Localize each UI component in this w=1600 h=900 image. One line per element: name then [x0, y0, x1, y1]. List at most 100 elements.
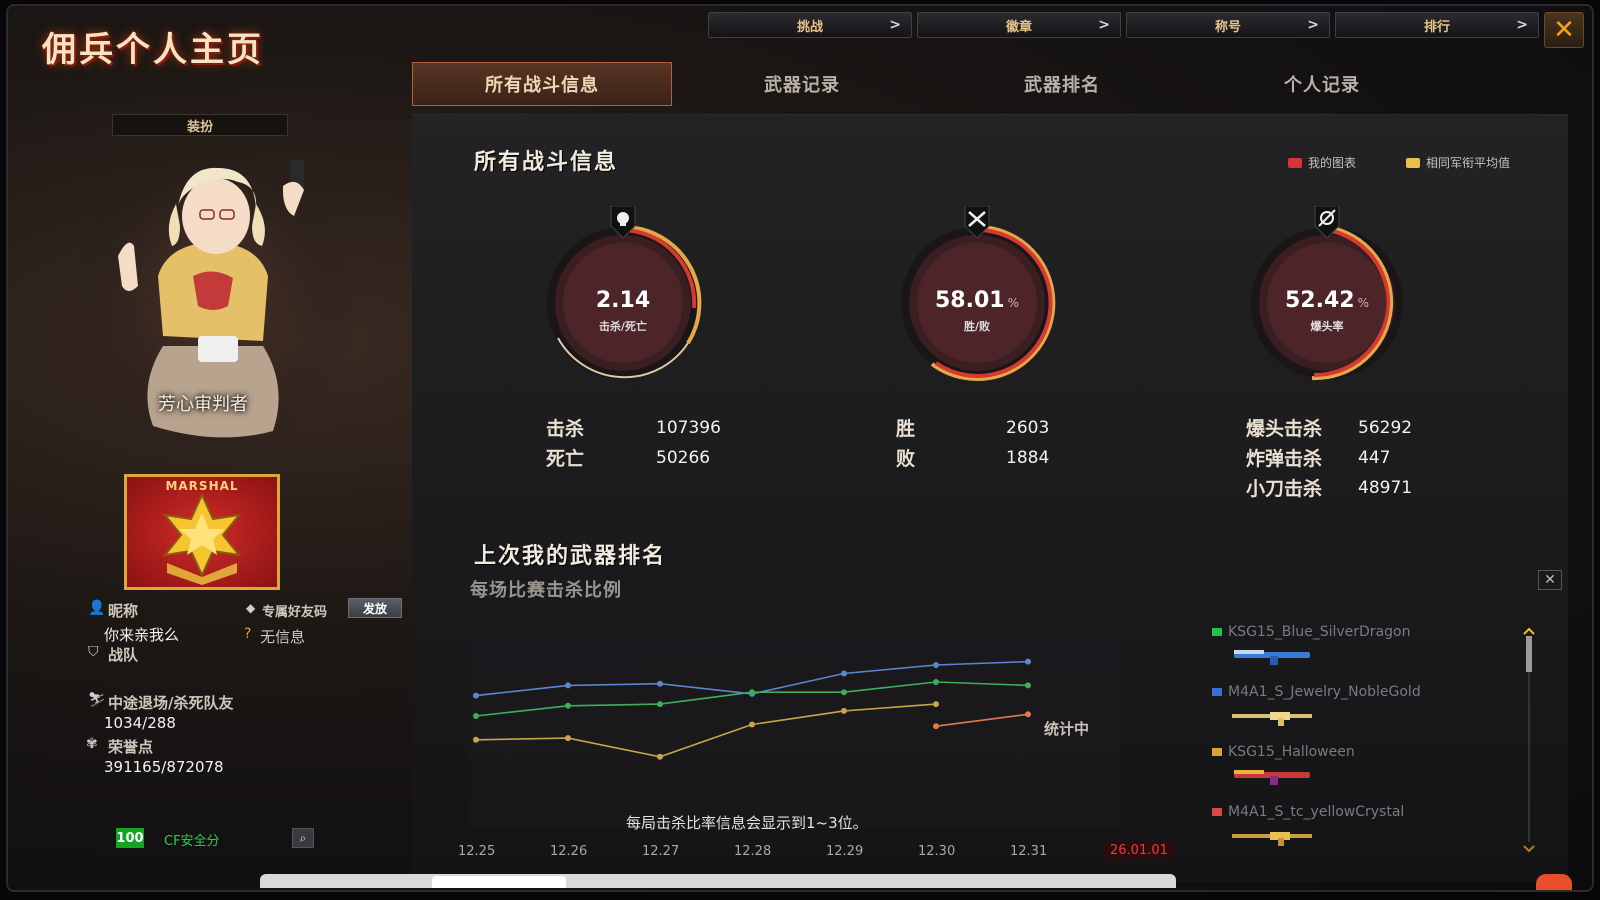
tab-bar: 所有战斗信息 武器记录 武器排名 个人记录	[412, 62, 1452, 106]
shotgun-icon	[1234, 650, 1310, 665]
bomb-kills-value: 447	[1358, 448, 1391, 468]
data-point	[565, 735, 571, 742]
shotgun-icon	[1234, 770, 1310, 785]
nickname-value: 你来亲我么	[104, 626, 180, 644]
chevron-right-icon: >	[1516, 17, 1528, 33]
x-tick-label: 12.26	[550, 844, 588, 859]
weapon-item[interactable]: M4A1_S_tc_yellowCrystal	[1212, 804, 1404, 820]
chart-background	[470, 628, 1120, 828]
weapon-color-dot	[1212, 748, 1222, 756]
outfit-button[interactable]: 装扮	[112, 114, 288, 136]
chevron-right-icon: >	[1098, 17, 1110, 33]
weapon-rank-title: 上次我的武器排名	[474, 544, 667, 569]
data-point	[933, 679, 939, 685]
top-navigation: 挑战 > 徽章 > 称号 > 排行 >	[708, 12, 1539, 38]
winrate-label: 胜/败	[963, 320, 991, 333]
laurel-icon: ✾	[86, 736, 98, 752]
x-tick-label: 12.31	[1010, 844, 1048, 859]
close-window-button[interactable]: ✕	[1544, 12, 1584, 48]
deaths-label: 死亡	[546, 448, 585, 470]
nickname-label: 昵称	[108, 602, 139, 620]
tab-weapon-records[interactable]: 武器记录	[672, 62, 932, 106]
losses-value: 1884	[1006, 448, 1050, 468]
data-point	[657, 753, 663, 760]
weapon-color-dot	[1212, 628, 1222, 636]
security-score: 100	[116, 828, 144, 848]
rank-badge: MARSHAL	[124, 474, 280, 590]
app-title: 佣兵个人主页	[42, 30, 264, 70]
close-panel-button[interactable]: ✕	[1538, 570, 1562, 590]
tab-weapon-ranking[interactable]: 武器排名	[932, 62, 1192, 106]
data-point	[1025, 682, 1031, 689]
data-point	[933, 723, 939, 730]
app-logo-icon	[1536, 874, 1572, 890]
star-emblem-icon	[162, 492, 242, 585]
knife-kills-value: 48971	[1358, 478, 1413, 498]
weapon-item[interactable]: KSG15_Halloween	[1212, 744, 1355, 760]
chart-status: 统计中	[1044, 720, 1090, 738]
nav-ranking-button[interactable]: 排行 >	[1335, 12, 1539, 38]
taskbar	[260, 874, 1176, 888]
legend-swatch-red	[1288, 157, 1302, 168]
x-tick-label: 12.29	[826, 844, 864, 859]
headshot-kills-label: 爆头击杀	[1246, 418, 1323, 440]
nav-challenge-button[interactable]: 挑战 >	[708, 12, 912, 38]
legend-my-chart: 我的图表	[1288, 154, 1356, 171]
knife-kills-label: 小刀击杀	[1246, 478, 1323, 500]
kd-label: 击杀/死亡	[598, 320, 648, 333]
x-tick-label: 12.25	[458, 844, 496, 859]
tab-personal-records[interactable]: 个人记录	[1192, 62, 1452, 106]
crosshair-icon	[1314, 206, 1340, 238]
nav-badge-button[interactable]: 徽章 >	[917, 12, 1121, 38]
data-point	[841, 670, 847, 677]
chevron-right-icon: >	[1307, 17, 1319, 33]
rifle-icon	[1232, 832, 1312, 846]
close-icon: ✕	[1553, 15, 1575, 45]
wins-label: 胜	[896, 418, 916, 440]
kd-gauge: 2.14 击杀/死亡	[538, 206, 708, 388]
kills-label: 击杀	[546, 418, 585, 440]
search-icon[interactable]: ⌕	[292, 828, 314, 848]
data-point	[657, 680, 663, 687]
data-point	[473, 713, 479, 719]
crossed-guns-icon	[964, 206, 990, 238]
rank-label: MARSHAL	[165, 479, 239, 493]
skull-icon	[610, 206, 636, 238]
legend-swatch-yellow	[1406, 157, 1420, 168]
data-point	[749, 721, 755, 728]
chevron-right-icon: >	[889, 17, 901, 33]
data-point	[933, 701, 939, 708]
team-label: 战队	[108, 646, 139, 664]
chart-note: 每局击杀比率信息会显示到1~3位。	[626, 814, 868, 832]
data-point	[565, 702, 571, 709]
weapon-color-dot	[1212, 688, 1222, 696]
tab-all-battle-info[interactable]: 所有战斗信息	[412, 62, 672, 106]
winrate-gauge: 58.01% 胜/败	[892, 206, 1062, 388]
shield-icon: ⛉	[88, 644, 99, 660]
losses-label: 败	[896, 448, 916, 470]
quit-teamkill-value: 1034/288	[104, 714, 176, 732]
weapon-item[interactable]: KSG15_Blue_SilverDragon	[1212, 624, 1410, 640]
bomb-kills-label: 炸弹击杀	[1246, 448, 1323, 470]
legend-label: 相同军衔平均值	[1426, 156, 1511, 170]
winrate-value: 58.01%	[935, 288, 1019, 313]
data-point	[1025, 711, 1031, 718]
question-icon: ?	[244, 626, 252, 642]
headshot-gauge: 52.42% 爆头率	[1242, 206, 1412, 388]
kill-ratio-chart	[470, 628, 1120, 828]
honor-label: 荣誉点	[108, 738, 154, 756]
friend-code-label: 专属好友码	[262, 605, 328, 620]
weapon-list-scrollbar[interactable]	[1522, 626, 1536, 854]
send-friend-code-button[interactable]: 发放	[348, 598, 402, 618]
data-point	[473, 692, 479, 699]
data-point	[749, 689, 755, 696]
data-point	[933, 662, 939, 668]
chart-subtitle: 每场比赛击杀比例	[470, 580, 622, 601]
weapon-item[interactable]: M4A1_S_Jewelry_NobleGold	[1212, 684, 1421, 700]
data-point	[565, 682, 571, 689]
nav-title-button[interactable]: 称号 >	[1126, 12, 1330, 38]
running-icon: ⛷	[88, 692, 106, 708]
app-window: 佣兵个人主页 挑战 > 徽章 > 称号 > 排行 > ✕ 所有战斗信息 武器记录 武器排…	[6, 4, 1594, 892]
taskbar-tab[interactable]	[432, 876, 566, 888]
headshot-kills-value: 56292	[1358, 418, 1413, 438]
